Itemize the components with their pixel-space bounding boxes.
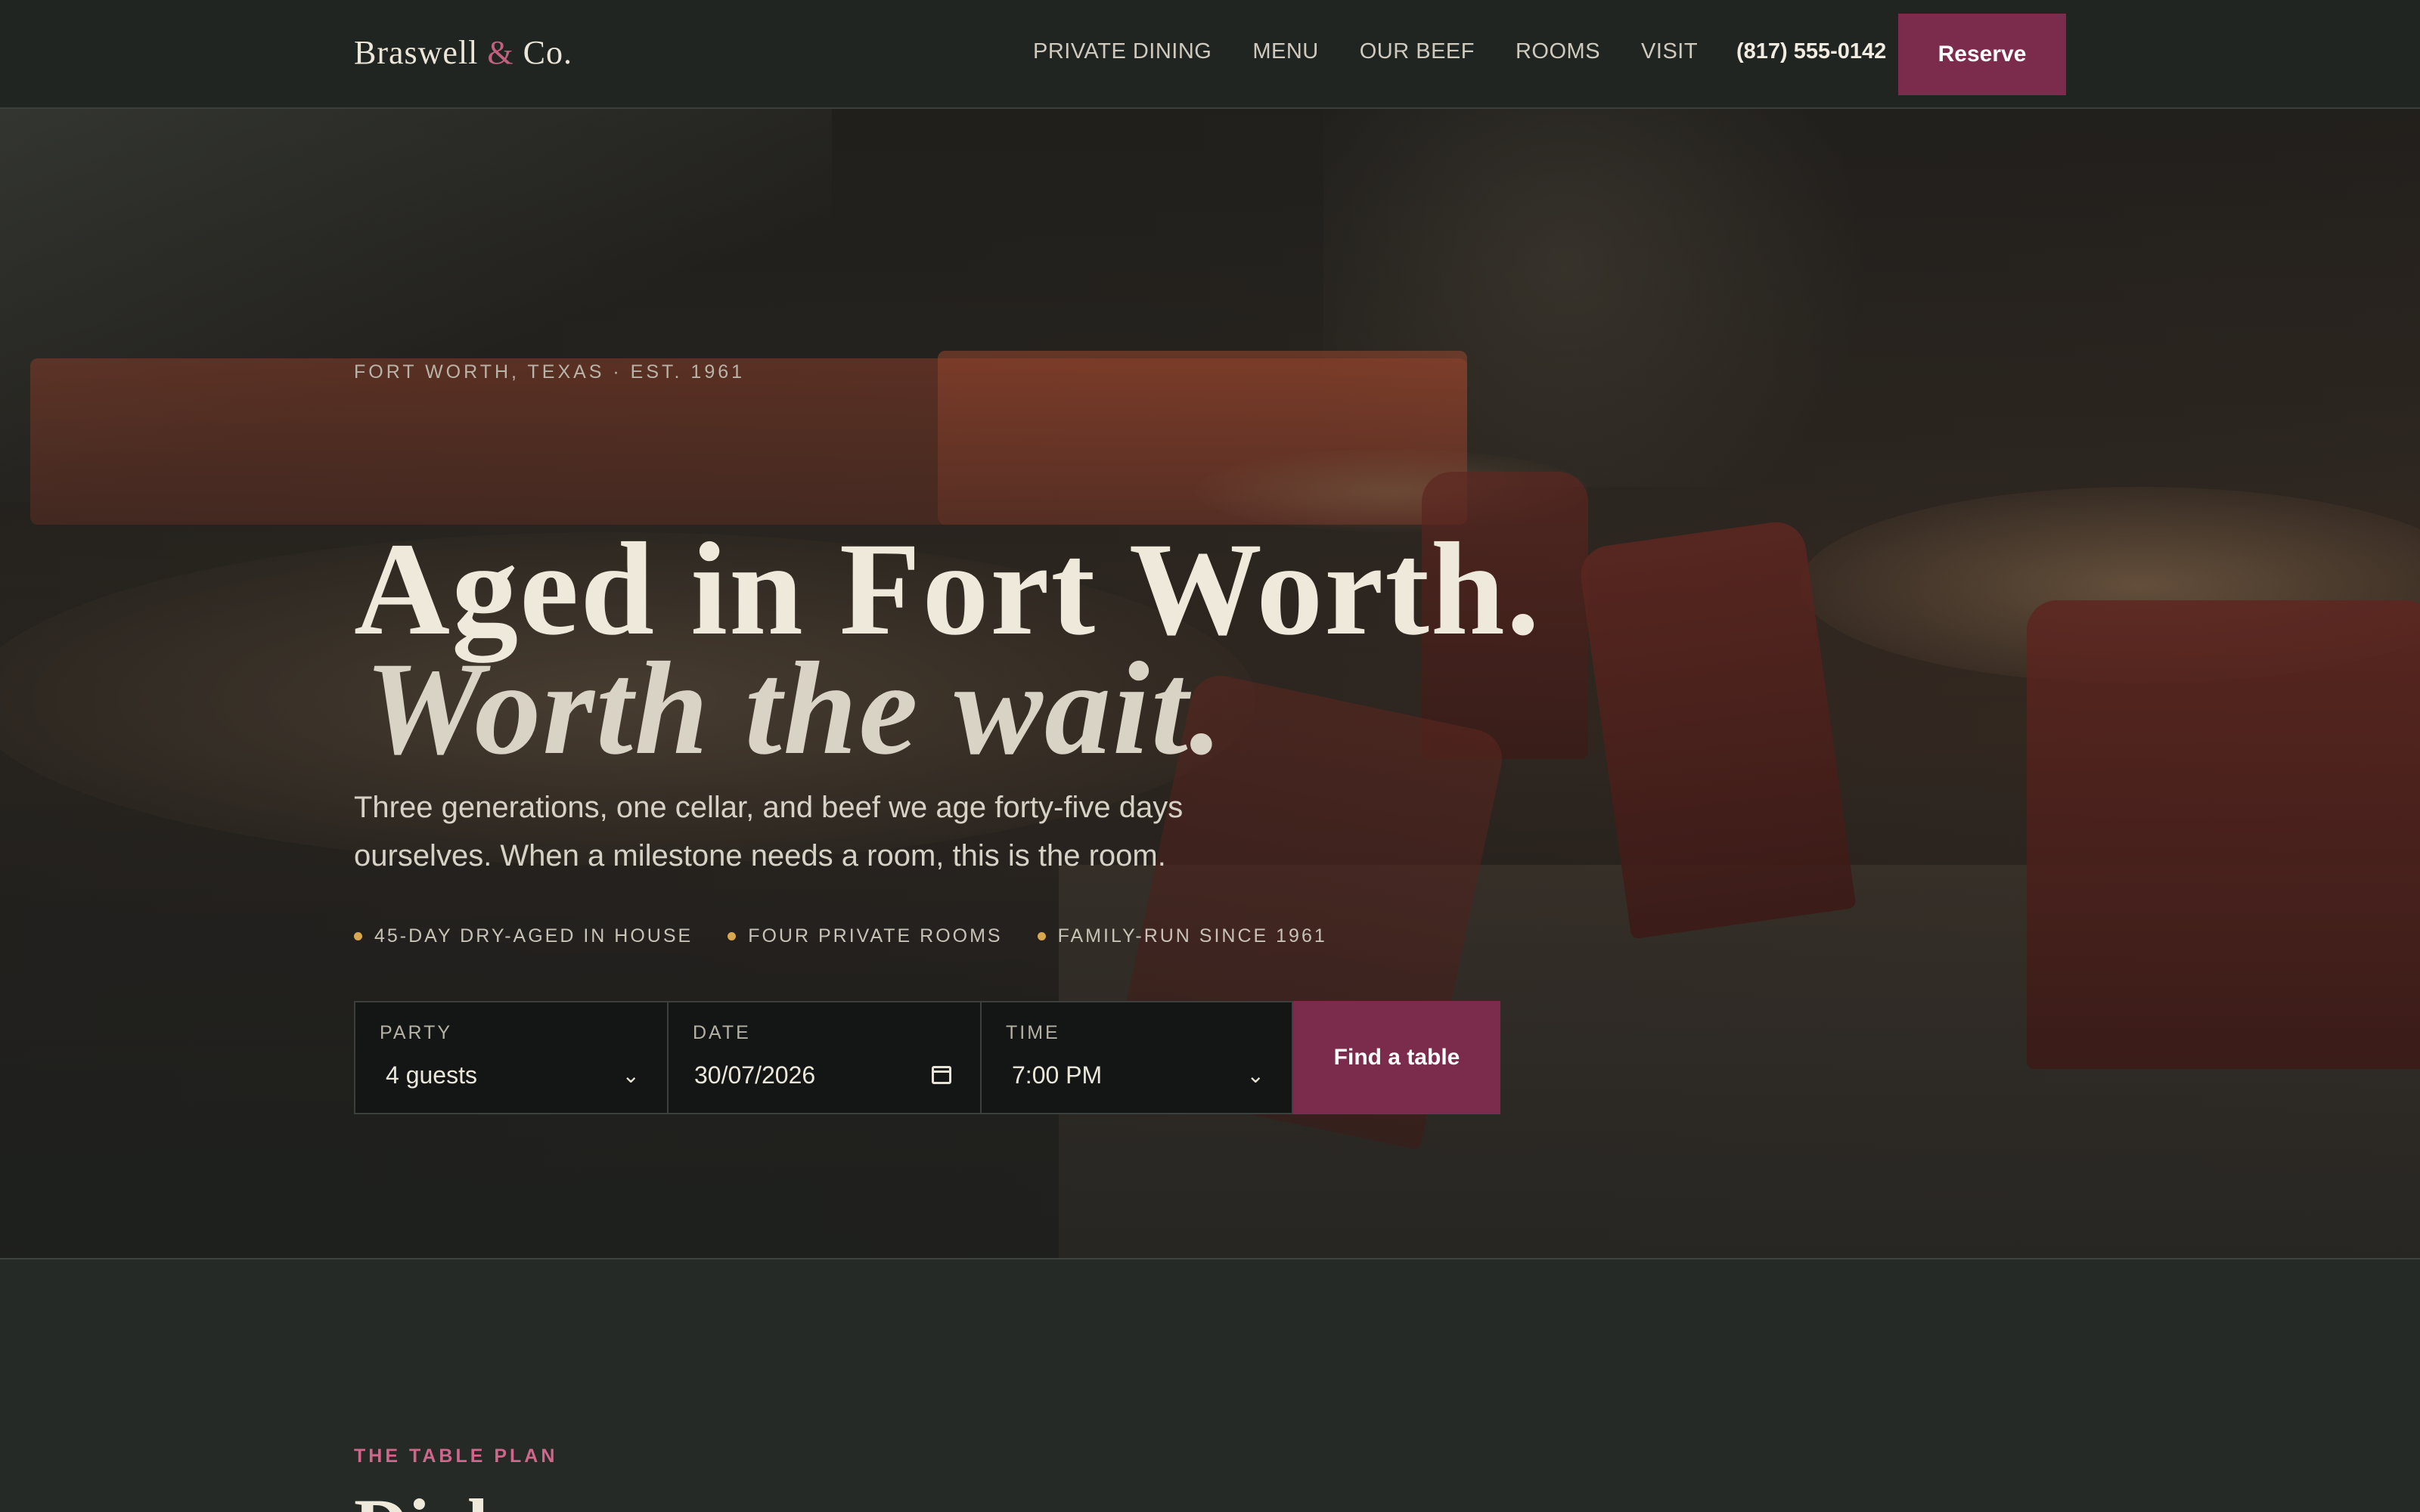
nav-link-visit[interactable]: VISIT [1641, 39, 1698, 64]
time-value: 7:00 PM [1012, 1061, 1103, 1089]
brand-name-first: Braswell [354, 34, 479, 71]
chevron-down-icon: ⌄ [1246, 1064, 1264, 1087]
hero-eyebrow: FORT WORTH, TEXAS · EST. 1961 [354, 361, 746, 383]
feature-item: FOUR PRIVATE ROOMS [728, 925, 1002, 947]
find-table-button[interactable]: Find a table [1293, 1001, 1500, 1114]
nav-links: PRIVATE DINING MENU OUR BEEF ROOMS VISIT [1033, 39, 1739, 64]
feature-label: FOUR PRIVATE ROOMS [748, 925, 1003, 947]
date-input[interactable]: DATE 30/07/2026 [667, 1001, 980, 1114]
chevron-down-icon: ⌄ [622, 1064, 640, 1087]
bullet-dot-icon [728, 932, 737, 940]
nav-link-private-dining[interactable]: PRIVATE DINING [1033, 39, 1212, 64]
feature-item: FAMILY-RUN SINCE 1961 [1037, 925, 1327, 947]
nav-link-our-beef[interactable]: OUR BEEF [1360, 39, 1475, 64]
brand-name-last: Co. [523, 34, 572, 71]
hero-section: FORT WORTH, TEXAS · EST. 1961 Aged in Fo… [0, 109, 2420, 1259]
hero-description: Three generations, one cellar, and beef … [354, 791, 1184, 872]
feature-label: 45-DAY DRY-AGED IN HOUSE [374, 925, 693, 947]
calendar-icon[interactable] [932, 1066, 951, 1084]
nav-link-menu[interactable]: MENU [1252, 39, 1318, 64]
phone-link[interactable]: (817) 555-0142 [1736, 39, 1886, 64]
feature-list: 45-DAY DRY-AGED IN HOUSE FOUR PRIVATE RO… [354, 925, 1362, 947]
section-title: Dial [354, 1488, 489, 1512]
feature-item: 45-DAY DRY-AGED IN HOUSE [354, 925, 693, 947]
hero-bg-chair [2027, 600, 2420, 1069]
party-value: 4 guests [386, 1061, 477, 1089]
brand-ampersand: & [487, 34, 514, 71]
date-value: 30/07/2026 [694, 1061, 816, 1089]
brand-logo[interactable]: Braswell & Co. [354, 33, 572, 72]
hero-headline-line2: Worth the wait. [365, 635, 1224, 782]
party-select[interactable]: PARTY 4 guests ⌄ [354, 1001, 667, 1114]
section-kicker: THE TABLE PLAN [354, 1445, 558, 1467]
bullet-dot-icon [1037, 932, 1046, 940]
reserve-button[interactable]: Reserve [1898, 14, 2066, 95]
time-label: TIME [1006, 1022, 1060, 1043]
nav-link-rooms[interactable]: ROOMS [1516, 39, 1600, 64]
date-label: DATE [693, 1022, 751, 1043]
feature-label: FAMILY-RUN SINCE 1961 [1057, 925, 1327, 947]
time-select[interactable]: TIME 7:00 PM ⌄ [980, 1001, 1293, 1114]
booking-form: PARTY 4 guests ⌄ DATE 30/07/2026 TIME 7:… [354, 1001, 1500, 1114]
party-label: PARTY [380, 1022, 453, 1043]
top-nav: Braswell & Co. PRIVATE DINING MENU OUR B… [0, 0, 2420, 109]
bullet-dot-icon [354, 932, 362, 940]
